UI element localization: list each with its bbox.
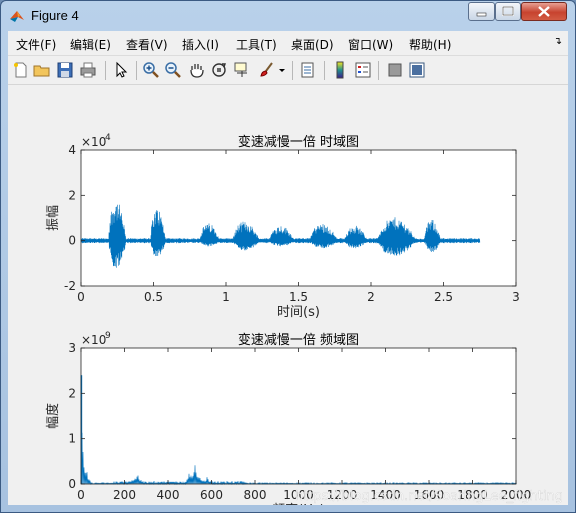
x-tick-label: 2.5: [434, 290, 453, 304]
menu-edit[interactable]: 编辑(E): [70, 36, 111, 53]
watermark-text: https://blog.csdn.net/SoaringLee_fightin…: [295, 489, 563, 504]
y-tick-label: 2: [68, 386, 76, 400]
toolbar-separator: [378, 61, 379, 80]
menu-desktop[interactable]: 桌面(D): [291, 36, 334, 53]
close-icon: [538, 6, 550, 17]
minimize-button[interactable]: [468, 2, 495, 21]
y-tick-label: 0: [68, 234, 76, 248]
menu-help[interactable]: 帮助(H): [409, 36, 451, 53]
pointer-icon[interactable]: [112, 61, 130, 79]
close-button[interactable]: [521, 2, 567, 21]
x-tick-label: 1.5: [289, 290, 308, 304]
figure-window: Figure 4 文件(F) 编辑(E) 查看(V) 插入(I) 工具(T) 桌…: [0, 0, 576, 513]
menu-bar: 文件(F) 编辑(E) 查看(V) 插入(I) 工具(T) 桌面(D) 窗口(W…: [8, 31, 568, 56]
legend-icon[interactable]: [354, 61, 372, 79]
toolbar-separator: [136, 61, 137, 80]
x-tick-label: 1: [222, 290, 230, 304]
pan-hand-icon[interactable]: [188, 61, 206, 79]
menu-file[interactable]: 文件(F): [16, 36, 56, 53]
y-exponent-power: 4: [105, 133, 111, 143]
title-bar[interactable]: Figure 4: [1, 1, 575, 31]
x-tick-label: 0: [77, 290, 85, 304]
toolbar-separator: [292, 61, 293, 80]
open-file-icon[interactable]: [33, 61, 51, 79]
y-tick-label: 3: [68, 341, 76, 355]
menu-view[interactable]: 查看(V): [126, 36, 168, 53]
y-tick-label: 2: [68, 188, 76, 202]
toolbar-separator: [324, 61, 325, 80]
axes-title: 变速减慢一倍 时域图: [238, 134, 359, 150]
x-tick-label: 600: [200, 488, 223, 502]
menu-window[interactable]: 窗口(W): [348, 36, 393, 53]
brush-dropdown-icon[interactable]: [278, 61, 286, 79]
y-tick-label: -2: [64, 279, 76, 293]
axes-background: [81, 348, 516, 484]
window-title: Figure 4: [31, 8, 79, 23]
y-axis-label: 幅度: [45, 403, 61, 429]
toolbar-separator: [105, 61, 106, 80]
link-plot-icon[interactable]: [299, 61, 317, 79]
print-icon[interactable]: [79, 61, 97, 79]
x-axis-label: 时间(s): [277, 305, 320, 320]
toolbar: [8, 56, 568, 85]
x-tick-label: 3: [512, 290, 520, 304]
x-tick-label: 0.5: [144, 290, 163, 304]
show-plot-tools-icon[interactable]: [408, 61, 426, 79]
zoom-out-icon[interactable]: [164, 61, 182, 79]
axes-title: 变速减慢一倍 频域图: [238, 332, 359, 348]
plots-svg: 0 0.5 1 1.5 2 2.5 3-2024×104 变速减慢一倍 时域图时间(s)振幅0…: [45, 133, 563, 512]
maximize-icon: [502, 6, 514, 16]
new-figure-icon[interactable]: [12, 61, 30, 79]
matlab-logo-icon: [10, 11, 24, 22]
menu-chevron-icon[interactable]: ↴: [554, 36, 562, 47]
colorbar-icon[interactable]: [331, 61, 349, 79]
y-tick-label: 1: [68, 432, 76, 446]
menu-insert[interactable]: 插入(I): [182, 36, 219, 53]
axes-background: [81, 150, 516, 286]
rotate-3d-icon[interactable]: [210, 61, 228, 79]
window-client-area: 文件(F) 编辑(E) 查看(V) 插入(I) 工具(T) 桌面(D) 窗口(W…: [8, 31, 568, 512]
save-icon[interactable]: [56, 61, 74, 79]
x-tick-label: 800: [244, 488, 267, 502]
hide-plot-tools-icon[interactable]: [386, 61, 404, 79]
minimize-icon: [476, 12, 487, 17]
x-tick-label: 2: [367, 290, 375, 304]
figure-canvas: 0 0.5 1 1.5 2 2.5 3 -2 0 2 4 ×10 4 变速减慢一倍 时域图 时间(s) 振幅 0…: [8, 85, 568, 512]
y-axis-label: 振幅: [46, 205, 61, 231]
x-tick-label: 0: [77, 488, 85, 502]
y-exponent-label: ×10: [81, 135, 106, 149]
x-tick-label: 400: [157, 488, 180, 502]
data-cursor-icon[interactable]: [233, 61, 251, 79]
y-exponent-power: 9: [105, 331, 111, 341]
maximize-button[interactable]: [495, 2, 521, 21]
x-tick-label: 200: [113, 488, 136, 502]
y-tick-label: 0: [68, 477, 76, 491]
y-exponent-label: ×10: [81, 333, 106, 347]
zoom-in-icon[interactable]: [142, 61, 160, 79]
y-tick-label: 4: [68, 143, 76, 157]
brush-icon[interactable]: [258, 61, 276, 79]
menu-tools[interactable]: 工具(T): [236, 36, 277, 53]
